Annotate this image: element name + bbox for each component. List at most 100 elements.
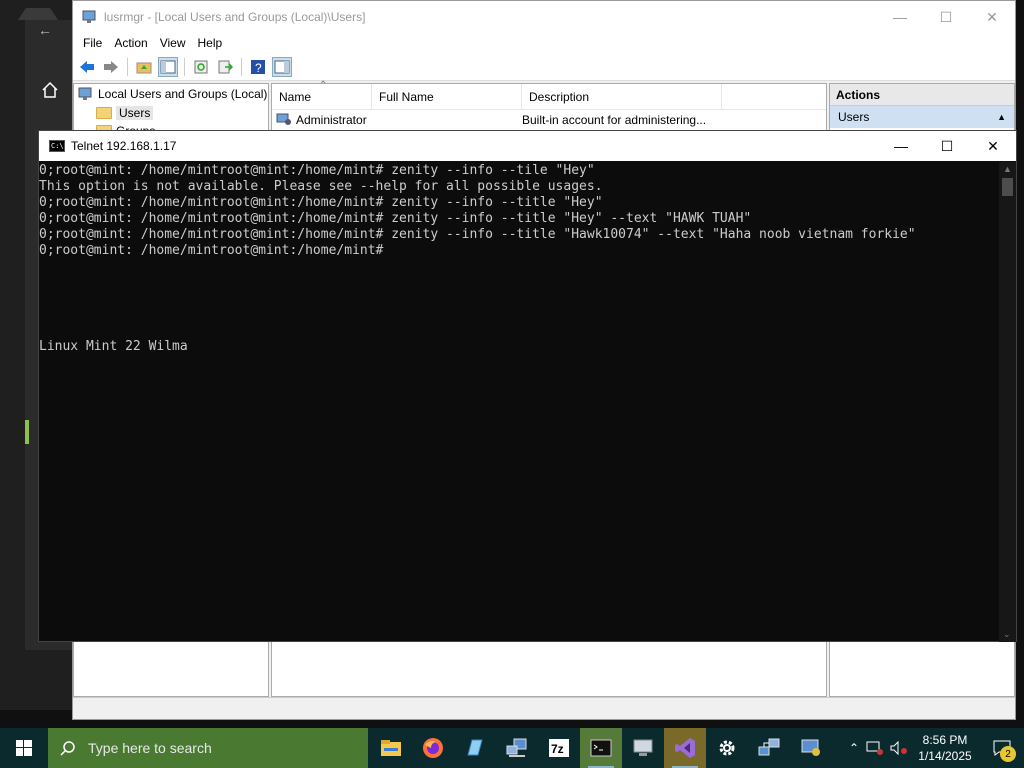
close-button[interactable]: ✕	[970, 131, 1016, 161]
terminal-icon	[590, 739, 612, 757]
close-button[interactable]: ✕	[969, 1, 1015, 33]
forward-arrow-icon[interactable]	[101, 57, 121, 77]
row-name: Administrator	[296, 113, 367, 127]
search-icon	[60, 741, 75, 756]
svg-text:?: ?	[255, 61, 262, 75]
firefox-button[interactable]	[412, 728, 454, 768]
telnet-window: C:\ Telnet 192.168.1.17 — ☐ ✕ 0;root@min…	[38, 130, 1017, 642]
list-header: Name Full Name Description ⌃	[272, 80, 826, 110]
table-row[interactable]: Administrator Built-in account for admin…	[272, 110, 826, 130]
column-header-description[interactable]: Description	[522, 83, 722, 110]
scroll-up-icon[interactable]: ▲	[1003, 164, 1012, 174]
show-hide-console-tree-icon[interactable]	[158, 56, 178, 77]
scrollbar-thumb[interactable]	[1002, 178, 1013, 196]
back-arrow-icon[interactable]	[77, 57, 97, 77]
chevron-up-icon[interactable]: ⌃	[842, 741, 866, 755]
selection-accent	[25, 420, 29, 444]
telnet-title: Telnet 192.168.1.17	[71, 139, 177, 153]
users-groups-icon	[78, 87, 92, 100]
network-status-icon[interactable]	[866, 741, 884, 755]
remote-desktop-button[interactable]	[622, 728, 664, 768]
minimize-button[interactable]: —	[877, 1, 923, 33]
show-hide-action-pane-icon[interactable]	[272, 56, 292, 77]
menu-bar: File Action View Help	[73, 33, 1015, 53]
firefox-icon	[423, 738, 443, 758]
tree-root[interactable]: Local Users and Groups (Local)	[74, 84, 268, 104]
network-tool-button[interactable]	[496, 728, 538, 768]
toolbar-separator	[184, 57, 185, 76]
settings-button[interactable]	[706, 728, 748, 768]
scroll-down-icon[interactable]: ⌄	[1003, 629, 1011, 640]
refresh-icon[interactable]	[191, 57, 211, 77]
action-center-button[interactable]: 2	[980, 728, 1024, 768]
lusrmgr-title-bar[interactable]: lusrmgr - [Local Users and Groups (Local…	[73, 1, 1015, 33]
menu-file[interactable]: File	[77, 36, 108, 50]
menu-action[interactable]: Action	[108, 36, 153, 50]
console-output[interactable]: 0;root@mint: /home/mintroot@mint:/home/m…	[39, 162, 999, 642]
export-list-icon[interactable]	[215, 57, 235, 77]
clock[interactable]: 8:56 PM 1/14/2025	[910, 732, 980, 764]
help-icon[interactable]: ?	[248, 57, 268, 77]
volume-muted-icon[interactable]	[890, 741, 910, 755]
actions-section-label: Users	[838, 110, 870, 124]
taskbar-search-box[interactable]: Type here to search	[48, 728, 368, 768]
notification-badge: 2	[1000, 746, 1016, 762]
maximize-button[interactable]: ☐	[923, 1, 969, 33]
back-arrow-icon[interactable]: ←	[38, 22, 52, 38]
search-placeholder: Type here to search	[88, 740, 212, 756]
minimize-button[interactable]: —	[878, 131, 924, 161]
computer-management-icon	[82, 10, 96, 23]
file-explorer-button[interactable]	[370, 728, 412, 768]
row-description: Built-in account for administering...	[522, 113, 707, 127]
notepad-button[interactable]	[454, 728, 496, 768]
console-line: Linux Mint 22 Wilma	[39, 339, 188, 354]
menu-help[interactable]: Help	[192, 36, 229, 50]
network-connections-button[interactable]	[748, 728, 790, 768]
gear-icon	[719, 740, 735, 756]
console-icon: C:\	[49, 140, 65, 152]
remote-desktop-icon	[633, 739, 653, 756]
home-icon[interactable]	[40, 80, 60, 100]
svg-text:7z: 7z	[551, 742, 564, 756]
maximize-button[interactable]: ☐	[924, 131, 970, 161]
taskbar: Type here to search 7z ⌃ 8:56 PM 1/14/20…	[0, 728, 1024, 768]
console-line: This option is not available. Please see…	[39, 179, 603, 194]
menu-view[interactable]: View	[154, 36, 192, 50]
terminal-button[interactable]	[580, 728, 622, 768]
background-window-tab	[18, 8, 58, 20]
toolbar-separator	[241, 57, 242, 76]
start-button[interactable]	[0, 728, 48, 768]
file-explorer-icon	[381, 740, 401, 756]
system-tool-button[interactable]	[790, 728, 832, 768]
user-icon	[276, 113, 291, 125]
sort-arrow-icon: ⌃	[319, 80, 328, 91]
7zip-button[interactable]: 7z	[538, 728, 580, 768]
clock-date: 1/14/2025	[918, 749, 972, 763]
taskbar-apps: 7z	[370, 728, 832, 768]
console-scrollbar[interactable]: ▲ ⌄	[999, 162, 1016, 642]
computer-management-icon	[801, 739, 820, 756]
visual-studio-button[interactable]	[664, 728, 706, 768]
collapse-arrow-icon[interactable]: ▲	[997, 112, 1006, 122]
toolbar: ?	[73, 53, 1015, 81]
actions-section-users[interactable]: Users ▲	[830, 106, 1014, 128]
tree-item-users[interactable]: Users	[74, 104, 268, 122]
telnet-title-bar[interactable]: C:\ Telnet 192.168.1.17 — ☐ ✕	[39, 131, 1016, 161]
tree-root-label: Local Users and Groups (Local)	[98, 87, 268, 101]
tree-item-label: Users	[116, 106, 154, 120]
console-line: 0;root@mint: /home/mintroot@mint:/home/m…	[39, 243, 384, 258]
up-folder-icon[interactable]	[134, 57, 154, 77]
console-line: 0;root@mint: /home/mintroot@mint:/home/m…	[39, 211, 752, 226]
console-line: 0;root@mint: /home/mintroot@mint:/home/m…	[39, 227, 916, 242]
console-line: 0;root@mint: /home/mintroot@mint:/home/m…	[39, 163, 595, 178]
column-header-full-name[interactable]: Full Name	[372, 83, 522, 110]
folder-icon	[96, 107, 112, 119]
7zip-icon: 7z	[549, 739, 569, 757]
clock-time: 8:56 PM	[922, 733, 968, 747]
network-computer-icon	[506, 738, 527, 757]
